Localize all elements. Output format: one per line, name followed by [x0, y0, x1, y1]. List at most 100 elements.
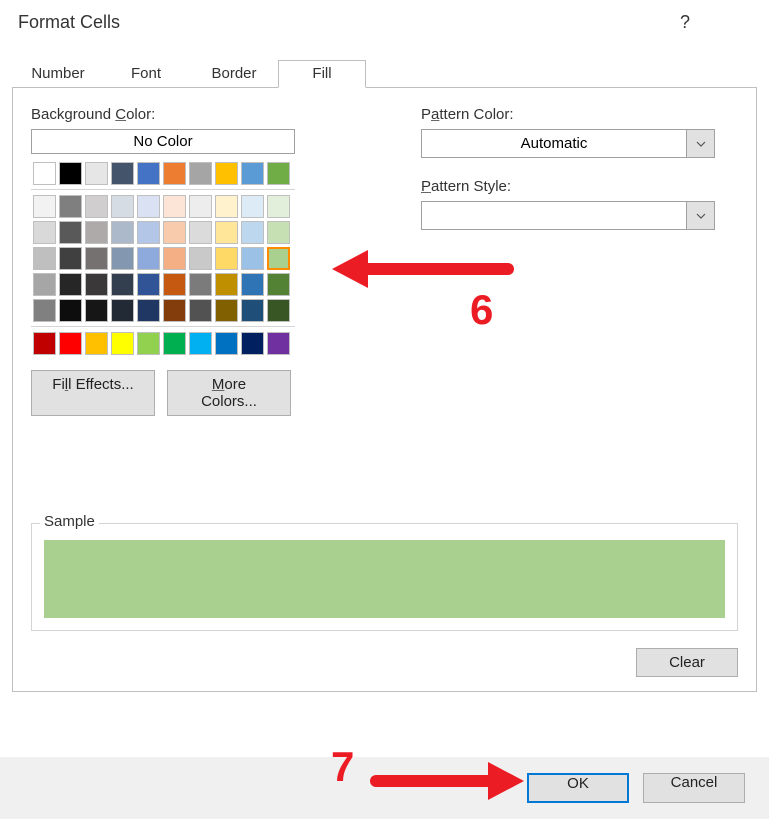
titlebar: Format Cells ? — [0, 0, 769, 50]
cancel-button[interactable]: Cancel — [643, 773, 745, 803]
help-icon[interactable]: ? — [663, 12, 707, 33]
color-swatch[interactable] — [137, 332, 160, 355]
color-swatch[interactable] — [85, 162, 108, 185]
fill-panel: Background Color: No Color Fill Effects.… — [12, 87, 757, 692]
color-swatch[interactable] — [215, 221, 238, 244]
color-swatch[interactable] — [267, 273, 290, 296]
format-cells-dialog: Format Cells ? Number Font Border Fill B… — [0, 0, 769, 819]
color-swatch[interactable] — [215, 299, 238, 322]
color-swatch[interactable] — [33, 195, 56, 218]
color-swatch[interactable] — [33, 273, 56, 296]
color-swatch[interactable] — [163, 221, 186, 244]
color-swatch[interactable] — [267, 162, 290, 185]
color-swatch[interactable] — [189, 299, 212, 322]
color-swatch[interactable] — [59, 273, 82, 296]
color-swatch[interactable] — [59, 162, 82, 185]
chevron-down-icon[interactable] — [686, 202, 714, 229]
pattern-color-value: Automatic — [422, 130, 686, 157]
color-swatch[interactable] — [189, 221, 212, 244]
color-swatch[interactable] — [85, 299, 108, 322]
color-swatch[interactable] — [33, 299, 56, 322]
tab-font[interactable]: Font — [102, 60, 190, 88]
color-swatch[interactable] — [33, 332, 56, 355]
tab-number[interactable]: Number — [14, 60, 102, 88]
ok-button[interactable]: OK — [527, 773, 629, 803]
color-swatch[interactable] — [59, 247, 82, 270]
color-swatch[interactable] — [163, 299, 186, 322]
color-swatch[interactable] — [85, 247, 108, 270]
divider — [31, 189, 295, 190]
color-swatch[interactable] — [137, 299, 160, 322]
color-swatch[interactable] — [163, 247, 186, 270]
color-swatch[interactable] — [85, 195, 108, 218]
sample-label: Sample — [40, 513, 99, 530]
color-swatch[interactable] — [33, 247, 56, 270]
color-swatch[interactable] — [189, 247, 212, 270]
color-swatch[interactable] — [267, 221, 290, 244]
color-swatch[interactable] — [189, 162, 212, 185]
color-swatch[interactable] — [241, 162, 264, 185]
color-swatch[interactable] — [215, 273, 238, 296]
more-colors-button[interactable]: More Colors... — [167, 370, 291, 416]
fill-effects-button[interactable]: Fill Effects... — [31, 370, 155, 416]
color-swatch[interactable] — [85, 332, 108, 355]
color-swatch[interactable] — [111, 195, 134, 218]
color-swatch[interactable] — [267, 247, 290, 270]
color-swatch[interactable] — [163, 195, 186, 218]
color-swatch[interactable] — [267, 299, 290, 322]
color-swatch[interactable] — [215, 195, 238, 218]
pattern-style-label: Pattern Style: — [421, 178, 738, 195]
color-swatch[interactable] — [59, 221, 82, 244]
color-swatch[interactable] — [33, 162, 56, 185]
color-swatch[interactable] — [215, 332, 238, 355]
pattern-section: Pattern Color: Automatic Pattern Style: — [391, 106, 738, 416]
color-swatch[interactable] — [241, 247, 264, 270]
dialog-title: Format Cells — [18, 12, 663, 33]
color-swatch[interactable] — [163, 332, 186, 355]
color-swatch[interactable] — [111, 162, 134, 185]
color-swatch[interactable] — [59, 195, 82, 218]
divider — [31, 326, 295, 327]
chevron-down-icon[interactable] — [686, 130, 714, 157]
color-swatch[interactable] — [241, 221, 264, 244]
color-swatch[interactable] — [189, 332, 212, 355]
tab-strip: Number Font Border Fill — [14, 60, 769, 88]
color-swatch[interactable] — [267, 195, 290, 218]
color-swatch[interactable] — [137, 221, 160, 244]
theme-colors-row — [31, 160, 391, 186]
color-swatch[interactable] — [85, 221, 108, 244]
color-swatch[interactable] — [137, 162, 160, 185]
color-swatch[interactable] — [241, 273, 264, 296]
clear-button[interactable]: Clear — [636, 648, 738, 677]
color-swatch[interactable] — [33, 221, 56, 244]
color-swatch[interactable] — [59, 332, 82, 355]
color-swatch[interactable] — [137, 247, 160, 270]
pattern-style-dropdown[interactable] — [421, 201, 715, 230]
tab-border[interactable]: Border — [190, 60, 278, 88]
color-swatch[interactable] — [163, 162, 186, 185]
color-swatch[interactable] — [215, 162, 238, 185]
color-swatch[interactable] — [189, 273, 212, 296]
color-swatch[interactable] — [241, 299, 264, 322]
background-color-section: Background Color: No Color Fill Effects.… — [31, 106, 391, 416]
color-swatch[interactable] — [241, 195, 264, 218]
color-swatch[interactable] — [59, 299, 82, 322]
color-swatch[interactable] — [215, 247, 238, 270]
color-swatch[interactable] — [189, 195, 212, 218]
color-swatch[interactable] — [163, 273, 186, 296]
color-swatch[interactable] — [137, 273, 160, 296]
color-swatch[interactable] — [111, 247, 134, 270]
color-swatch[interactable] — [85, 273, 108, 296]
color-swatch[interactable] — [111, 299, 134, 322]
color-swatch[interactable] — [241, 332, 264, 355]
color-swatch[interactable] — [267, 332, 290, 355]
close-icon[interactable] — [707, 12, 751, 61]
color-swatch[interactable] — [111, 332, 134, 355]
color-swatch[interactable] — [137, 195, 160, 218]
pattern-style-value — [422, 202, 686, 229]
tab-fill[interactable]: Fill — [278, 60, 366, 88]
color-swatch[interactable] — [111, 221, 134, 244]
no-color-button[interactable]: No Color — [31, 129, 295, 154]
pattern-color-dropdown[interactable]: Automatic — [421, 129, 715, 158]
color-swatch[interactable] — [111, 273, 134, 296]
